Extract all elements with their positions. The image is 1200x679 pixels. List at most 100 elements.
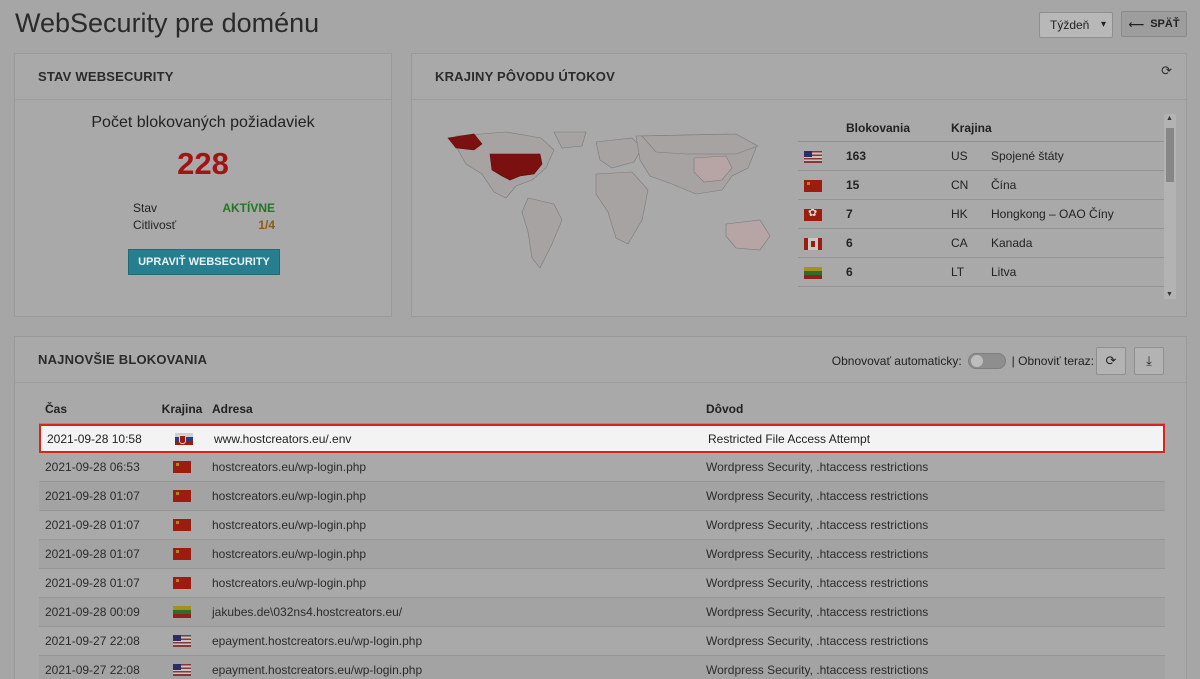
country-row[interactable]: 6 CA Kanada — [798, 229, 1164, 258]
countries-table: Blokovania Krajina 163 US Spojené štáty … — [798, 114, 1164, 299]
country-blocks: 15 — [846, 178, 860, 192]
flag-cn-icon — [152, 519, 212, 531]
country-column-header: Krajina — [951, 120, 992, 135]
country-code: HK — [951, 207, 968, 221]
status-card: STAV WEBSECURITY Počet blokovaných požia… — [14, 53, 392, 317]
state-value: AKTÍVNE — [222, 201, 275, 215]
edit-websecurity-button[interactable]: UPRAVIŤ WEBSECURITY — [128, 249, 280, 275]
countries-scrollbar[interactable]: ▲ ▼ — [1164, 114, 1176, 299]
time-column-header: Čas — [45, 402, 68, 416]
countries-card-title: KRAJINY PÔVODU ÚTOKOV — [412, 54, 1186, 100]
refresh-icon[interactable]: ⟳ — [1161, 63, 1172, 79]
period-select[interactable]: Týždeň ▾ — [1039, 12, 1113, 38]
row-time: 2021-09-28 00:09 — [45, 605, 140, 619]
back-button[interactable]: ⟵ SPÄŤ — [1121, 11, 1187, 37]
blocks-column-header: Blokovania — [846, 120, 911, 135]
row-address: www.hostcreators.eu/.env — [214, 431, 352, 446]
country-code: LT — [951, 265, 965, 279]
sensitivity-label: Citlivosť — [133, 218, 177, 232]
scrollbar-thumb[interactable] — [1166, 128, 1174, 182]
row-address: hostcreators.eu/wp-login.php — [212, 460, 367, 474]
page-title: WebSecurity pre doménu — [15, 8, 320, 38]
world-map[interactable] — [436, 128, 796, 288]
row-reason: Wordpress Security, .htaccess restrictio… — [706, 576, 929, 590]
download-button[interactable]: ⤓ — [1134, 347, 1164, 375]
countries-table-header: Blokovania Krajina — [798, 114, 1164, 142]
flag-lt-icon — [152, 606, 212, 618]
chevron-down-icon: ▾ — [1100, 19, 1106, 30]
row-time: 2021-09-28 01:07 — [45, 576, 140, 590]
country-column-header: Krajina — [161, 402, 203, 416]
table-row[interactable]: 2021-09-27 22:08 epayment.hostcreators.eu… — [39, 656, 1165, 679]
countries-card: KRAJINY PÔVODU ÚTOKOV ⟳ Blokovania Kraji… — [411, 53, 1187, 317]
country-blocks: 6 — [846, 236, 853, 250]
country-blocks: 7 — [846, 207, 853, 221]
state-row: Stav AKTÍVNE — [133, 201, 275, 215]
country-blocks: 163 — [846, 149, 867, 163]
auto-refresh-controls: Obnovovať automaticky: | Obnoviť teraz: — [832, 353, 1094, 369]
sensitivity-row: Citlivosť 1/4 — [133, 218, 275, 232]
row-time: 2021-09-28 01:07 — [45, 518, 140, 532]
table-row[interactable]: 2021-09-28 01:07 hostcreators.eu/wp-login… — [39, 482, 1165, 511]
latest-blocks-table: Čas Krajina Adresa Dôvod 2021-09-28 10:5… — [39, 395, 1165, 679]
sensitivity-value: 1/4 — [258, 218, 275, 232]
refresh-now-label: | Obnoviť teraz: — [1011, 354, 1094, 368]
row-reason: Restricted File Access Attempt — [708, 431, 871, 446]
flag-cn-icon — [798, 178, 846, 192]
auto-refresh-label: Obnovovať automaticky: — [831, 354, 962, 368]
table-row[interactable]: 2021-09-28 06:53 hostcreators.eu/wp-login… — [39, 453, 1165, 482]
table-row[interactable]: 2021-09-28 01:07 hostcreators.eu/wp-login… — [39, 569, 1165, 598]
scroll-up-icon[interactable]: ▲ — [1166, 115, 1173, 122]
row-time: 2021-09-27 22:08 — [45, 634, 140, 648]
country-row[interactable]: 7 HK Hongkong – OAO Číny — [798, 200, 1164, 229]
table-row[interactable]: 2021-09-28 10:58 www.hostcreators.eu/.env… — [39, 424, 1165, 453]
state-label: Stav — [133, 201, 158, 215]
table-row[interactable]: 2021-09-28 01:07 hostcreators.eu/wp-login… — [39, 540, 1165, 569]
table-row[interactable]: 2021-09-28 01:07 hostcreators.eu/wp-login… — [39, 511, 1165, 540]
flag-lt-icon — [798, 265, 846, 279]
row-reason: Wordpress Security, .htaccess restrictio… — [706, 547, 929, 561]
country-code: US — [951, 149, 968, 163]
country-row[interactable]: 6 LT Litva — [798, 258, 1164, 287]
row-reason: Wordpress Security, .htaccess restrictio… — [706, 460, 929, 474]
row-address: hostcreators.eu/wp-login.php — [212, 518, 367, 532]
refresh-now-button[interactable]: ⟳ — [1096, 347, 1126, 375]
country-name: Čína — [991, 178, 1017, 192]
row-address: epayment.hostcreators.eu/wp-login.php — [212, 663, 423, 677]
country-code: CN — [951, 178, 969, 192]
back-button-label: SPÄŤ — [1150, 18, 1180, 30]
latest-table-body: 2021-09-28 10:58 www.hostcreators.eu/.env… — [39, 424, 1165, 679]
country-blocks: 6 — [846, 265, 853, 279]
flag-cn-icon — [152, 461, 212, 473]
auto-refresh-toggle[interactable] — [967, 353, 1006, 369]
flag-cn-icon — [152, 548, 212, 560]
row-reason: Wordpress Security, .htaccess restrictio… — [706, 663, 929, 677]
country-name: Hongkong – OAO Číny — [991, 207, 1114, 221]
scroll-down-icon[interactable]: ▼ — [1166, 291, 1173, 298]
flag-sk-icon — [154, 432, 214, 445]
row-reason: Wordpress Security, .htaccess restrictio… — [706, 605, 929, 619]
country-row[interactable]: 163 US Spojené štáty — [798, 142, 1164, 171]
row-time: 2021-09-28 06:53 — [45, 460, 140, 474]
country-code: CA — [951, 236, 968, 250]
reason-column-header: Dôvod — [706, 402, 744, 416]
blocked-requests-label: Počet blokovaných požiadaviek — [91, 114, 315, 131]
flag-ca-icon — [798, 236, 846, 250]
row-time: 2021-09-28 01:07 — [45, 489, 140, 503]
country-name: Kanada — [991, 236, 1033, 250]
flag-hk-icon — [798, 207, 846, 221]
row-reason: Wordpress Security, .htaccess restrictio… — [706, 518, 929, 532]
country-name: Litva — [991, 265, 1017, 279]
country-row[interactable]: 15 CN Čína — [798, 171, 1164, 200]
table-row[interactable]: 2021-09-27 22:08 epayment.hostcreators.eu… — [39, 627, 1165, 656]
period-value: Týždeň — [1050, 18, 1090, 32]
row-address: hostcreators.eu/wp-login.php — [212, 576, 367, 590]
row-time: 2021-09-28 01:07 — [45, 547, 140, 561]
flag-us-icon — [152, 664, 212, 676]
table-row[interactable]: 2021-09-28 00:09 jakubes.de\032ns4.hostcr… — [39, 598, 1165, 627]
latest-table-header: Čas Krajina Adresa Dôvod — [39, 395, 1165, 424]
download-icon: ⤓ — [1146, 353, 1152, 368]
refresh-icon: ⟳ — [1105, 353, 1117, 368]
row-address: epayment.hostcreators.eu/wp-login.php — [212, 634, 423, 648]
country-name: Spojené štáty — [991, 149, 1064, 163]
